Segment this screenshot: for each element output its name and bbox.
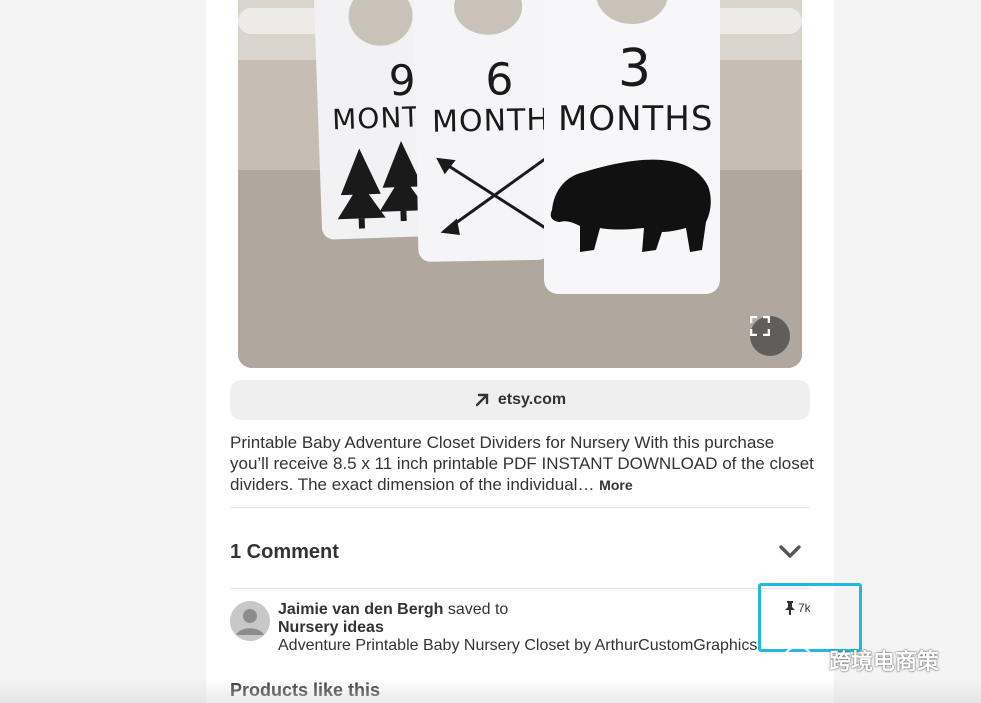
pin-image[interactable]: 9 MONTHS 6 MONTHS 3 MONTHS — [238, 0, 802, 368]
tag-3-number: 3 — [618, 39, 651, 99]
comments-title[interactable]: 1 Comment — [230, 541, 339, 564]
saved-to-text: saved to — [447, 601, 509, 618]
arrow-up-right-icon — [475, 393, 489, 407]
source-link-button[interactable]: etsy.com — [230, 380, 810, 420]
avatar[interactable] — [230, 601, 270, 641]
watermark-text: 跨境电商策 — [829, 649, 940, 674]
pin-description-text: Printable Baby Adventure Closet Dividers… — [230, 433, 814, 494]
tag-6-number: 6 — [485, 54, 514, 105]
tag-9-number: 9 — [388, 56, 416, 106]
pin-closeup-card: 9 MONTHS 6 MONTHS 3 MONTHS etsy.com Prin… — [206, 0, 834, 703]
chevron-down-icon — [779, 545, 801, 558]
comments-toggle[interactable] — [778, 541, 802, 563]
saved-pin-title: Adventure Printable Baby Nursery Closet … — [278, 637, 758, 654]
highlight-box — [758, 583, 862, 652]
pin-description: Printable Baby Adventure Closet Dividers… — [230, 432, 814, 496]
expand-image-button[interactable] — [750, 316, 790, 356]
expand-icon — [750, 316, 770, 336]
more-link[interactable]: More — [599, 477, 632, 493]
divider — [230, 507, 810, 508]
source-link-label: etsy.com — [497, 391, 567, 408]
wechat-icon — [784, 646, 821, 674]
save-activity-line: Jaimie van den Bergh saved to — [278, 601, 508, 619]
board-link[interactable]: Nursery ideas — [278, 619, 384, 637]
saver-name[interactable]: Jaimie van den Bergh — [278, 601, 443, 618]
watermark: 跨境电商策 — [783, 644, 939, 676]
divider — [230, 588, 810, 589]
user-icon — [230, 601, 270, 641]
closet-dividers-photo: 9 MONTHS 6 MONTHS 3 MONTHS — [238, 0, 802, 368]
products-like-this-title: Products like this — [230, 680, 381, 700]
tag-3-word: MONTHS — [558, 99, 713, 139]
